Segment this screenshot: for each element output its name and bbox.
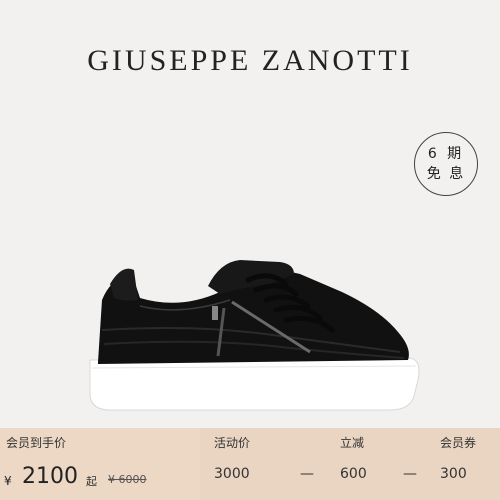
coupon-value: 300 [440, 466, 467, 482]
currency-symbol: ¥ [4, 474, 12, 488]
coupon-label: 会员券 [440, 436, 477, 450]
price-bar: 会员到手价 ¥ 2100 起 ¥ 6000 活动价 3000 — 立减 600 … [0, 428, 500, 500]
price-from-label: 起 [86, 475, 97, 488]
brand-logo: GIUSEPPE ZANOTTI [87, 44, 413, 77]
discount-value: 600 [340, 466, 367, 482]
minus-sign: — [300, 466, 314, 482]
installment-badge: 6 期 免 息 [414, 132, 478, 196]
coupon-column: 会员券 300 [440, 428, 500, 500]
member-price-row: ¥ 2100 起 ¥ 6000 [0, 464, 200, 494]
promo-price-value: 3000 [214, 466, 250, 482]
discount-label: 立减 [340, 436, 365, 450]
promo-price-column: 活动价 3000 [214, 428, 304, 500]
member-price-value: 2100 [22, 464, 78, 489]
promo-price-label: 活动价 [214, 436, 251, 450]
badge-line-1: 6 期 [427, 146, 465, 162]
minus-sign: — [403, 466, 417, 482]
sneaker-image [89, 260, 420, 411]
member-price-panel: 会员到手价 ¥ 2100 起 ¥ 6000 [0, 428, 200, 500]
badge-line-2: 免 息 [426, 166, 466, 182]
discount-column: 立减 600 [340, 428, 400, 500]
original-price: ¥ 6000 [108, 473, 147, 486]
member-price-label: 会员到手价 [6, 436, 67, 450]
